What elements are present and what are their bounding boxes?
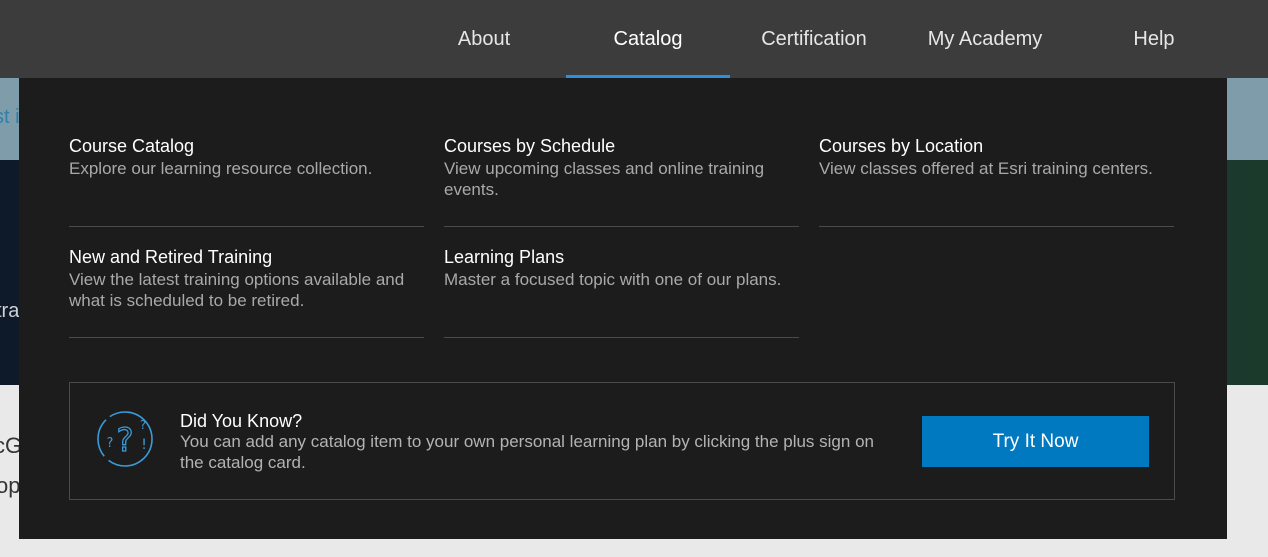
did-you-know-callout: ? ? ? ! Did You Know? You can add any ca…	[69, 382, 1175, 500]
background-content-text-2: op	[0, 473, 21, 498]
svg-text:?: ?	[117, 421, 134, 459]
menu-link-courses-by-schedule[interactable]: Courses by Schedule View upcoming classe…	[444, 134, 799, 227]
menu-link-desc: View the latest training options availab…	[69, 270, 405, 310]
menu-link-title: Learning Plans	[444, 247, 565, 267]
menu-link-desc: Explore our learning resource collection…	[69, 159, 373, 178]
nav-help[interactable]: Help	[1120, 0, 1188, 78]
svg-text:!: !	[141, 437, 147, 453]
menu-link-title: Courses by Schedule	[444, 136, 616, 156]
menu-link-title: Course Catalog	[69, 136, 195, 156]
menu-link-courses-by-location[interactable]: Courses by Location View classes offered…	[819, 134, 1174, 227]
try-it-now-button[interactable]: Try It Now	[922, 416, 1149, 467]
nav-about[interactable]: About	[440, 0, 528, 78]
question-marks-icon: ? ? ? !	[95, 407, 157, 469]
nav-catalog[interactable]: Catalog	[566, 0, 730, 78]
menu-link-desc: Master a focused topic with one of our p…	[444, 270, 782, 289]
menu-link-new-and-retired-training[interactable]: New and Retired Training View the latest…	[69, 245, 424, 338]
svg-text:?: ?	[140, 418, 146, 432]
background-banner-text: st i	[0, 106, 20, 128]
nav-my-academy[interactable]: My Academy	[912, 0, 1058, 78]
divider	[444, 337, 799, 338]
menu-link-learning-plans[interactable]: Learning Plans Master a focused topic wi…	[444, 245, 799, 338]
background-hero-text: tra	[0, 300, 20, 322]
callout-title: Did You Know?	[180, 411, 303, 431]
menu-link-title: Courses by Location	[819, 136, 984, 156]
divider	[69, 337, 424, 338]
nav-certification[interactable]: Certification	[748, 0, 880, 78]
callout-description: You can add any catalog item to your own…	[180, 432, 874, 472]
menu-link-course-catalog[interactable]: Course Catalog Explore our learning reso…	[69, 134, 424, 227]
divider	[69, 226, 424, 227]
top-navigation: About Catalog Certification My Academy H…	[0, 0, 1268, 78]
catalog-dropdown: Course Catalog Explore our learning reso…	[19, 78, 1227, 539]
menu-link-desc: View classes offered at Esri training ce…	[819, 159, 1153, 178]
divider	[819, 226, 1174, 227]
svg-text:?: ?	[107, 436, 114, 451]
menu-link-desc: View upcoming classes and online trainin…	[444, 159, 765, 199]
menu-link-title: New and Retired Training	[69, 247, 273, 267]
divider	[444, 226, 799, 227]
